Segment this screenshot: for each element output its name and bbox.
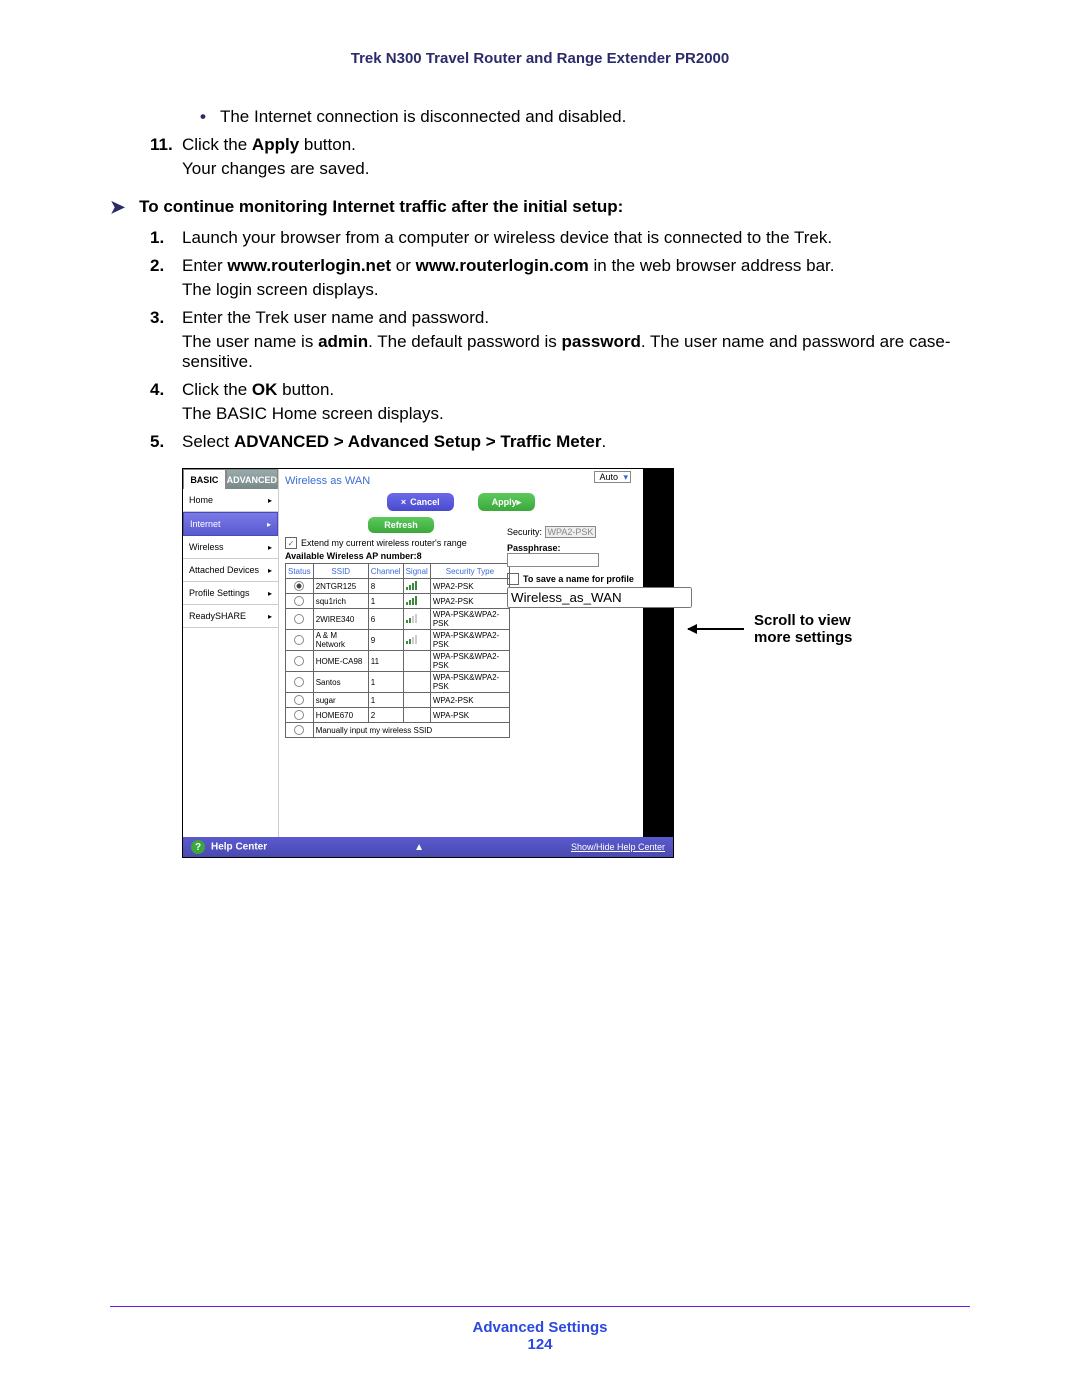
chevron-icon: ➤	[110, 197, 125, 218]
tab-advanced[interactable]: ADVANCED	[226, 469, 278, 489]
table-row[interactable]: sugar1WPA2-PSK	[286, 693, 510, 708]
step-text: Select ADVANCED > Advanced Setup > Traff…	[182, 432, 606, 452]
security-select[interactable]: WPA2-PSK	[545, 526, 597, 538]
row-radio[interactable]	[294, 710, 304, 720]
col-security: Security Type	[430, 564, 509, 579]
save-profile-label: To save a name for profile	[523, 574, 634, 584]
bullet-text: The Internet connection is disconnected …	[220, 107, 626, 127]
step-text: Enter www.routerlogin.net or www.routerl…	[182, 256, 834, 276]
extend-checkbox[interactable]: ✓	[285, 537, 297, 549]
wireless-ap-table: Status SSID Channel Signal Security Type…	[285, 563, 510, 738]
step-number: 4.	[150, 380, 182, 400]
profile-name-input[interactable]	[507, 587, 692, 608]
footer-section: Advanced Settings	[0, 1319, 1080, 1336]
row-radio[interactable]	[294, 677, 304, 687]
row-radio[interactable]	[294, 656, 304, 666]
sidebar-item-home[interactable]: Home▸	[183, 489, 278, 512]
auto-select[interactable]: Auto	[594, 471, 631, 483]
table-row[interactable]: 2WIRE3406WPA-PSK&WPA2-PSK	[286, 609, 510, 630]
cancel-button[interactable]: Cancel	[387, 493, 454, 511]
scroll-annotation: Scroll to viewmore settings	[688, 612, 852, 646]
step-text: Launch your browser from a computer or w…	[182, 228, 832, 248]
sidebar-item-wireless[interactable]: Wireless▸	[183, 536, 278, 559]
tab-basic[interactable]: BASIC	[183, 469, 226, 489]
arrow-icon	[688, 628, 744, 630]
step-number: 5.	[150, 432, 182, 452]
tab-bar: BASIC ADVANCED	[183, 469, 278, 489]
step-text: Enter the Trek user name and password.	[182, 308, 489, 328]
row-radio[interactable]	[294, 581, 304, 591]
sidebar-item-internet[interactable]: Internet▸	[183, 512, 278, 536]
section-heading: To continue monitoring Internet traffic …	[139, 197, 623, 217]
step-followup: The user name is admin. The default pass…	[182, 332, 970, 372]
help-center-label[interactable]: Help Center	[211, 842, 267, 853]
router-ui-screenshot: BASIC ADVANCED Home▸Internet▸Wireless▸At…	[182, 468, 674, 858]
table-row[interactable]: A & M Network9WPA-PSK&WPA2-PSK	[286, 630, 510, 651]
panel-title: Wireless as WAN	[285, 475, 637, 487]
footer-separator	[110, 1306, 970, 1307]
help-icon: ?	[191, 840, 205, 854]
ap-count-label: Available Wireless AP number:8	[285, 551, 517, 561]
row-radio[interactable]	[294, 596, 304, 606]
save-profile-checkbox[interactable]	[507, 573, 519, 585]
row-radio[interactable]	[294, 635, 304, 645]
step-number: 3.	[150, 308, 182, 328]
page-number: 124	[0, 1336, 1080, 1353]
passphrase-input[interactable]	[507, 553, 599, 567]
show-hide-help-link[interactable]: Show/Hide Help Center	[571, 842, 665, 852]
table-row[interactable]: HOME-CA9811WPA-PSK&WPA2-PSK	[286, 651, 510, 672]
step-number: 2.	[150, 256, 182, 276]
table-row[interactable]: Santos1WPA-PSK&WPA2-PSK	[286, 672, 510, 693]
table-row[interactable]: 2NTGR1258WPA2-PSK	[286, 579, 510, 594]
apply-button[interactable]: Apply	[478, 493, 536, 511]
step-number: 11.	[150, 135, 182, 155]
step-followup: The BASIC Home screen displays.	[182, 404, 970, 424]
step-text: Click the OK button.	[182, 380, 334, 400]
step-followup: Your changes are saved.	[182, 159, 970, 179]
step-number: 1.	[150, 228, 182, 248]
passphrase-label: Passphrase:	[507, 543, 561, 553]
extend-label: Extend my current wireless router's rang…	[301, 538, 467, 548]
bullet-icon: •	[200, 107, 206, 127]
row-radio[interactable]	[294, 695, 304, 705]
refresh-button[interactable]: Refresh	[368, 517, 434, 533]
sidebar-item-attached-devices[interactable]: Attached Devices▸	[183, 559, 278, 582]
step-text: Click the Apply button.	[182, 135, 356, 155]
col-signal: Signal	[403, 564, 430, 579]
document-title: Trek N300 Travel Router and Range Extend…	[110, 50, 970, 67]
security-label: Security:	[507, 527, 542, 537]
row-radio[interactable]	[294, 614, 304, 624]
col-ssid: SSID	[313, 564, 368, 579]
manual-ssid-label: Manually input my wireless SSID	[313, 723, 509, 738]
col-status: Status	[286, 564, 314, 579]
table-row[interactable]: squ1rich1WPA2-PSK	[286, 594, 510, 609]
col-channel: Channel	[368, 564, 403, 579]
manual-radio[interactable]	[294, 725, 304, 735]
sidebar-item-readyshare[interactable]: ReadySHARE▸	[183, 605, 278, 628]
sidebar-item-profile-settings[interactable]: Profile Settings▸	[183, 582, 278, 605]
step-followup: The login screen displays.	[182, 280, 970, 300]
scrollbar-region[interactable]	[643, 469, 673, 837]
table-row[interactable]: HOME6702WPA-PSK	[286, 708, 510, 723]
